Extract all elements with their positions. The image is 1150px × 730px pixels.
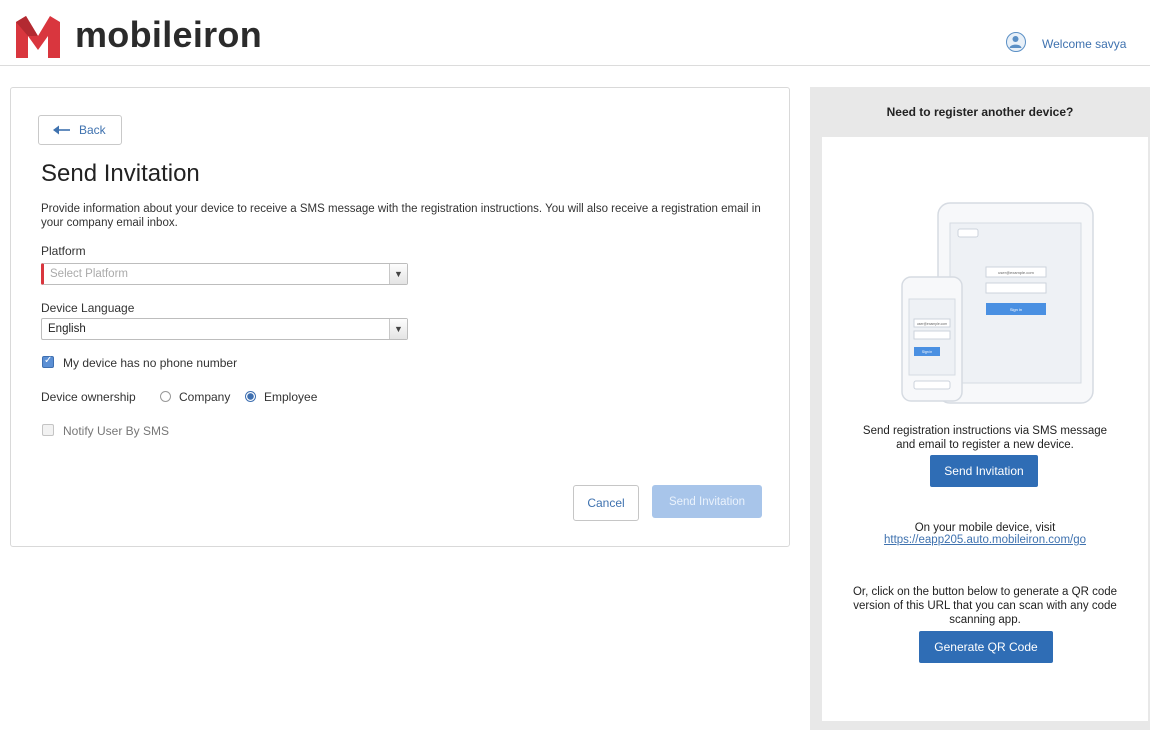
user-avatar-icon[interactable]: [1006, 32, 1026, 52]
side-panel-heading: Need to register another device?: [886, 105, 1074, 119]
send-invitation-button[interactable]: Send Invitation: [652, 485, 762, 518]
ownership-employee-label: Employee: [264, 390, 318, 404]
devices-illustration: user@example.com Sign in user@example.co…: [901, 202, 1094, 404]
ownership-employee-radio[interactable]: [245, 391, 256, 402]
app-header: mobileiron Welcome savya: [0, 0, 1150, 66]
back-button-label: Back: [79, 123, 106, 137]
chevron-down-icon: ▼: [389, 264, 407, 284]
cancel-button[interactable]: Cancel: [573, 485, 639, 521]
page-description: Provide information about your device to…: [41, 203, 761, 229]
qr-instructions-text: Or, click on the button below to generat…: [852, 586, 1118, 626]
side-panel-body: user@example.com Sign in user@example.co…: [822, 137, 1148, 721]
register-device-panel: Need to register another device? user@ex…: [810, 87, 1150, 730]
device-language-select[interactable]: English ▼: [41, 318, 408, 340]
platform-select-value: Select Platform: [50, 268, 128, 280]
page-title: Send Invitation: [41, 160, 200, 187]
tablet-email-text: user@example.com: [998, 270, 1034, 275]
visit-text: On your mobile device, visit: [914, 522, 1056, 534]
ownership-company-radio[interactable]: [160, 391, 171, 402]
send-instructions-text: Send registration instructions via SMS m…: [862, 425, 1108, 451]
ownership-company-label: Company: [179, 390, 231, 404]
device-language-value: English: [48, 323, 86, 335]
device-language-label: Device Language: [41, 301, 135, 315]
back-button[interactable]: Back: [38, 115, 122, 145]
send-invitation-card: Back Send Invitation Provide information…: [10, 87, 790, 547]
portal-url-link[interactable]: https://eapp205.auto.mobileiron.com/go: [822, 534, 1148, 546]
back-arrow-icon: [53, 125, 70, 135]
chevron-down-icon: ▼: [389, 319, 407, 339]
brand-name: mobileiron: [75, 14, 263, 55]
phone-email-text: user@example.com: [917, 322, 947, 326]
platform-label: Platform: [41, 244, 86, 258]
notify-sms-checkbox[interactable]: [42, 424, 54, 436]
generate-qr-code-button[interactable]: Generate QR Code: [919, 631, 1053, 663]
notify-sms-label: Notify User By SMS: [63, 424, 170, 438]
platform-select[interactable]: Select Platform ▼: [41, 263, 408, 285]
no-phone-label: My device has no phone number: [63, 356, 238, 370]
tablet-sign-in-text: Sign in: [1010, 307, 1022, 312]
welcome-user-link[interactable]: Welcome savya: [1042, 37, 1126, 51]
no-phone-checkbox[interactable]: [42, 355, 54, 368]
device-ownership-label: Device ownership: [41, 390, 136, 404]
phone-sign-in-text: Sign in: [922, 350, 932, 354]
side-send-invitation-button[interactable]: Send Invitation: [930, 455, 1038, 487]
mobileiron-logo-icon: [16, 16, 60, 58]
